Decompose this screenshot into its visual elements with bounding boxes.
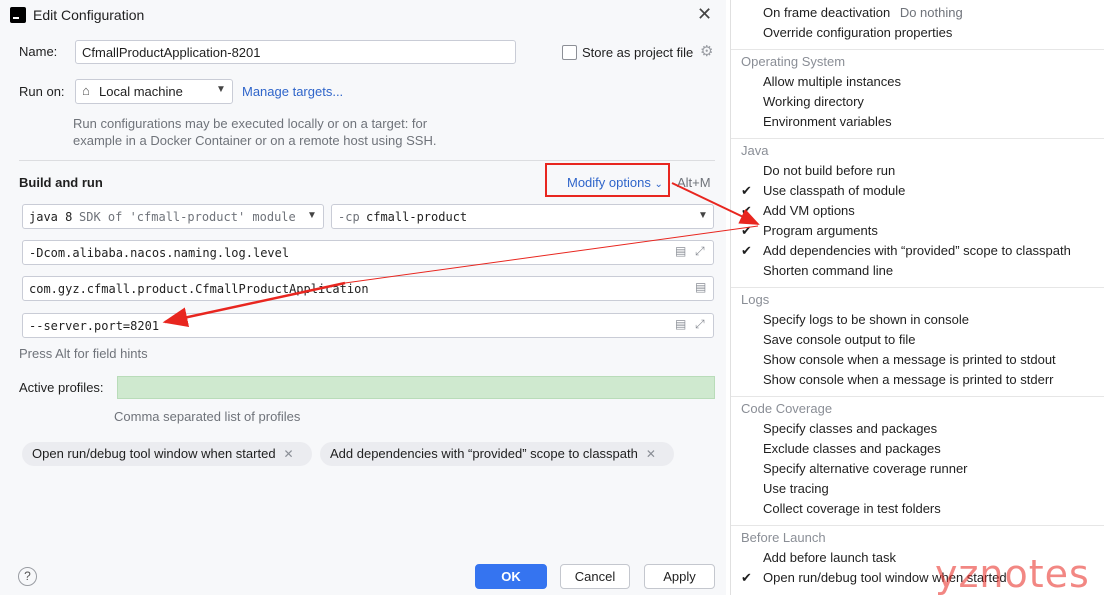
menu-item-coverage[interactable]: Use tracing <box>763 481 829 496</box>
menu-item-java[interactable]: Do not build before run <box>763 163 895 178</box>
name-value: CfmallProductApplication-8201 <box>82 45 261 60</box>
profiles-label: Active profiles: <box>19 380 104 395</box>
close-icon[interactable]: ✕ <box>284 447 294 461</box>
chevron-down-icon: ▼ <box>216 84 226 95</box>
gear-icon[interactable]: ⚙ <box>700 42 713 60</box>
cp-value: cfmall-product <box>366 210 468 224</box>
expand-icon[interactable]: ⤢ <box>695 244 705 259</box>
chevron-down-icon: ▼ <box>698 210 708 221</box>
name-label: Name: <box>19 44 58 59</box>
home-icon: ⌂ <box>82 83 90 98</box>
profiles-hint: Comma separated list of profiles <box>114 409 301 424</box>
sdk-detail: SDK of 'cfmall-product' module <box>79 210 296 224</box>
edit-configuration-dialog: Edit Configuration ✕ Name: CfmallProduct… <box>0 0 726 595</box>
name-field[interactable]: CfmallProductApplication-8201 <box>75 40 516 64</box>
menu-item-coverage[interactable]: Specify alternative coverage runner <box>763 461 968 476</box>
window-title: Edit Configuration <box>33 7 145 23</box>
menu-item-coverage[interactable]: Exclude classes and packages <box>763 441 941 456</box>
run-on-label: Run on: <box>19 84 65 99</box>
menu-item-java[interactable]: Use classpath of module <box>763 183 905 198</box>
main-class-field[interactable]: com.gyz.cfmall.product.CfmallProductAppl… <box>22 276 714 301</box>
expand-icon[interactable]: ⤢ <box>695 317 705 332</box>
menu-item-coverage[interactable]: Specify classes and packages <box>763 421 937 436</box>
menu-item-override-properties[interactable]: Override configuration properties <box>763 25 952 40</box>
menu-item-os[interactable]: Working directory <box>763 94 864 109</box>
main-class-value: com.gyz.cfmall.product.CfmallProductAppl… <box>29 282 369 296</box>
menu-separator <box>731 396 1104 397</box>
menu-item-os[interactable]: Environment variables <box>763 114 892 129</box>
field-hint: Press Alt for field hints <box>19 346 148 361</box>
sdk-value: java 8 <box>29 210 73 224</box>
build-run-title: Build and run <box>19 175 103 190</box>
run-on-select[interactable]: ⌂ Local machine ▼ <box>75 79 233 104</box>
help-button[interactable]: ? <box>18 567 37 586</box>
check-icon: ✔ <box>741 223 752 238</box>
run-note-line-2: example in a Docker Container or on a re… <box>73 133 437 148</box>
manage-targets-link[interactable]: Manage targets... <box>242 84 343 99</box>
menu-item-logs[interactable]: Show console when a message is printed t… <box>763 352 1056 367</box>
document-icon[interactable]: ▤ <box>675 317 686 331</box>
sdk-select[interactable]: java 8 SDK of 'cfmall-product' module ▼ <box>22 204 324 229</box>
program-arguments-value: --server.port=8201 <box>29 319 160 333</box>
menu-separator <box>731 138 1104 139</box>
store-label: Store as project file <box>582 45 694 60</box>
check-icon: ✔ <box>741 570 752 585</box>
store-checkbox[interactable] <box>562 45 577 60</box>
check-icon: ✔ <box>741 243 752 258</box>
close-icon[interactable]: ✕ <box>646 447 656 461</box>
check-icon: ✔ <box>741 203 752 218</box>
help-label: ? <box>24 569 31 583</box>
check-icon: ✔ <box>741 183 752 198</box>
menu-item-label: On frame deactivation <box>763 5 891 20</box>
menu-section-logs: Logs <box>741 292 770 307</box>
menu-separator <box>731 525 1104 526</box>
vm-options-value: -Dcom.alibaba.nacos.naming.log.level <box>29 246 290 260</box>
menu-item-logs[interactable]: Specify logs to be shown in console <box>763 312 969 327</box>
menu-item-logs[interactable]: Save console output to file <box>763 332 916 347</box>
chevron-down-icon: ▼ <box>307 210 317 221</box>
modify-options-shortcut: Alt+M <box>677 175 711 190</box>
run-on-value: Local machine <box>99 84 183 99</box>
menu-item-os[interactable]: Allow multiple instances <box>763 74 901 89</box>
menu-separator <box>731 287 1104 288</box>
menu-section-os: Operating System <box>741 54 846 69</box>
document-icon[interactable]: ▤ <box>695 280 706 294</box>
chip-label: Add dependencies with “provided” scope t… <box>330 446 638 461</box>
menu-section-coverage: Code Coverage <box>741 401 833 416</box>
classpath-select[interactable]: -cp cfmall-product ▼ <box>331 204 714 229</box>
modify-options-label: Modify options <box>567 175 651 190</box>
program-arguments-field[interactable]: --server.port=8201 ▤ ⤢ <box>22 313 714 338</box>
watermark: yznotes <box>935 552 1090 596</box>
ok-button[interactable]: OK <box>475 564 547 589</box>
profiles-field[interactable] <box>117 376 715 399</box>
modify-options-link[interactable]: Modify options ⌄ <box>567 175 663 190</box>
cp-prefix: -cp <box>338 210 360 224</box>
menu-item-logs[interactable]: Show console when a message is printed t… <box>763 372 1054 387</box>
document-icon[interactable]: ▤ <box>675 244 686 258</box>
menu-section-before-launch: Before Launch <box>741 530 826 545</box>
run-note-line-1: Run configurations may be executed local… <box>73 116 428 131</box>
menu-separator <box>731 49 1104 50</box>
menu-item-before-launch[interactable]: Add before launch task <box>763 550 896 565</box>
menu-item-java[interactable]: Shorten command line <box>763 263 893 278</box>
modify-options-menu: On frame deactivation Do nothing Overrid… <box>730 0 1104 595</box>
menu-item-java[interactable]: Add VM options <box>763 203 855 218</box>
app-icon <box>10 7 26 23</box>
menu-item-frame-deactivation[interactable]: On frame deactivation Do nothing <box>763 5 963 20</box>
chip-provided-scope[interactable]: Add dependencies with “provided” scope t… <box>320 442 674 466</box>
apply-button[interactable]: Apply <box>644 564 715 589</box>
close-icon[interactable]: ✕ <box>697 4 712 25</box>
chevron-down-icon: ⌄ <box>654 179 663 190</box>
menu-section-java: Java <box>741 143 769 158</box>
chip-open-tool-window[interactable]: Open run/debug tool window when started ✕ <box>22 442 312 466</box>
menu-item-java[interactable]: Add dependencies with “provided” scope t… <box>763 243 1071 258</box>
menu-item-program-arguments[interactable]: Program arguments <box>763 223 878 238</box>
cancel-button[interactable]: Cancel <box>560 564 630 589</box>
section-divider <box>19 160 715 161</box>
menu-item-value: Do nothing <box>899 5 963 20</box>
menu-item-coverage[interactable]: Collect coverage in test folders <box>763 501 941 516</box>
vm-options-field[interactable]: -Dcom.alibaba.nacos.naming.log.level ▤ ⤢ <box>22 240 714 265</box>
chip-label: Open run/debug tool window when started <box>32 446 276 461</box>
